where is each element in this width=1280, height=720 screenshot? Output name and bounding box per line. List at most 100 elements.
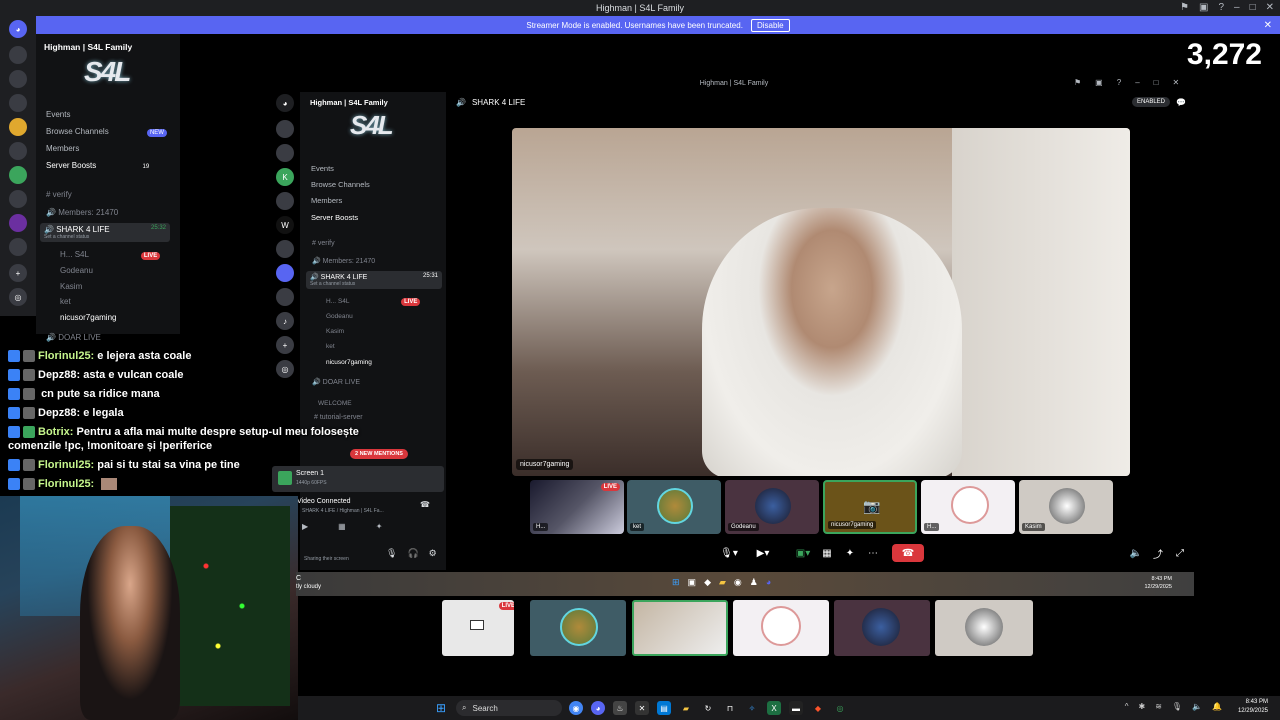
- folder-icon[interactable]: ▰: [679, 701, 693, 715]
- discord-home-icon[interactable]: ◕: [276, 94, 294, 112]
- enabled-badge[interactable]: ENABLED: [1131, 97, 1170, 107]
- participant-tile[interactable]: [935, 600, 1033, 656]
- app-icon[interactable]: ◉: [734, 577, 742, 588]
- voice-user[interactable]: Godeanu: [60, 266, 93, 275]
- main-video-stream[interactable]: nicusor7gaming: [512, 128, 1130, 476]
- channel-verify[interactable]: # verify: [312, 240, 335, 247]
- server-name[interactable]: Highman | S4L Family: [44, 42, 132, 52]
- bluetooth-icon[interactable]: ✱: [1139, 702, 1146, 711]
- inner-server-name[interactable]: Highman | S4L Family: [310, 98, 388, 107]
- category-welcome[interactable]: WELCOME: [318, 400, 352, 407]
- add-server-icon[interactable]: +: [9, 264, 27, 282]
- soundboard-icon[interactable]: ✦: [843, 544, 857, 562]
- server-icon[interactable]: [9, 118, 27, 136]
- participant-tile[interactable]: [530, 600, 626, 656]
- mic-icon[interactable]: 🎙▾: [714, 544, 744, 562]
- server-icon[interactable]: [276, 288, 294, 306]
- channel-doar-live[interactable]: 🔊 DOAR LIVE: [46, 333, 101, 342]
- participant-tile-speaking[interactable]: [632, 600, 728, 656]
- share-icon[interactable]: ▦: [338, 522, 346, 531]
- notification-icon[interactable]: 🔔: [1212, 702, 1222, 711]
- fullscreen-icon[interactable]: ⤢: [1174, 544, 1186, 562]
- server-icon[interactable]: ♪: [276, 312, 294, 330]
- disable-button[interactable]: Disable: [750, 18, 790, 32]
- windows-icon[interactable]: ⊞: [672, 577, 680, 588]
- voice-user[interactable]: ket: [60, 297, 71, 306]
- voice-user[interactable]: Kasim: [60, 282, 82, 291]
- headphones-icon[interactable]: 🎧: [407, 548, 418, 559]
- screen-icon[interactable]: ▣: [1199, 2, 1208, 13]
- server-icon[interactable]: [276, 192, 294, 210]
- app-icon[interactable]: ✧: [745, 701, 759, 715]
- participant-tile[interactable]: H...: [921, 480, 1015, 534]
- activity-icon[interactable]: ✦: [376, 522, 383, 531]
- server-icon[interactable]: K: [276, 168, 294, 186]
- voice-user[interactable]: nicusor7gaming: [60, 313, 116, 322]
- voice-user[interactable]: Godeanu: [326, 313, 353, 320]
- menu-server-boosts[interactable]: Server Boosts 19: [46, 161, 149, 170]
- network-icon[interactable]: ≋: [1155, 702, 1162, 711]
- server-icon[interactable]: [276, 264, 294, 282]
- channel-tutorial[interactable]: # tutorial-server: [314, 414, 363, 421]
- voice-user[interactable]: Kasim: [326, 328, 344, 335]
- server-icon[interactable]: [9, 142, 27, 160]
- participant-tile[interactable]: [834, 600, 930, 656]
- menu-members[interactable]: Members: [46, 144, 79, 153]
- server-icon[interactable]: [276, 120, 294, 138]
- chevron-up-icon[interactable]: ^: [1125, 702, 1129, 711]
- discord-home-icon[interactable]: ◕: [9, 20, 27, 38]
- mic-icon[interactable]: 🎙: [1172, 702, 1182, 711]
- chrome-icon[interactable]: ◉: [569, 701, 583, 715]
- screen-share-icon[interactable]: ▣▾: [788, 544, 818, 562]
- channel-doar-live[interactable]: 🔊 DOAR LIVE: [312, 378, 360, 386]
- voice-channel-selected[interactable]: 🔊 SHARK 4 LIFE 25:31 Set a channel status: [306, 271, 442, 289]
- server-icon[interactable]: [9, 70, 27, 88]
- taskbar-search[interactable]: ⌕ Search: [456, 700, 562, 716]
- steam-icon[interactable]: ♨: [613, 701, 627, 715]
- participant-tile[interactable]: ket: [627, 480, 721, 534]
- hangup-button[interactable]: ☎: [892, 544, 924, 562]
- discover-icon[interactable]: ◎: [276, 360, 294, 378]
- discover-icon[interactable]: ◎: [9, 288, 27, 306]
- store-icon[interactable]: ▤: [657, 701, 671, 715]
- menu-browse-channels[interactable]: Browse Channels NEW: [46, 127, 167, 137]
- participant-tile[interactable]: Kasim: [1019, 480, 1113, 534]
- menu-members[interactable]: Members: [311, 196, 342, 205]
- app-icon[interactable]: ⊓: [723, 701, 737, 715]
- voice-channel-selected[interactable]: 🔊 SHARK 4 LIFE 25:32 Set a channel status: [40, 223, 170, 242]
- camera-icon[interactable]: ▶: [302, 522, 308, 531]
- participant-tile[interactable]: LIVE H...: [530, 480, 624, 534]
- voice-user[interactable]: H... S4L LIVE: [60, 250, 161, 260]
- channel-members[interactable]: 🔊 Members: 21470: [46, 208, 118, 217]
- close-icon[interactable]: ✕: [1266, 2, 1274, 13]
- inbox-icon[interactable]: ⚑: [1180, 2, 1189, 13]
- maximize-icon[interactable]: □: [1154, 78, 1159, 87]
- server-icon[interactable]: [9, 214, 27, 232]
- disconnect-icon[interactable]: ☎: [420, 500, 430, 509]
- voice-user[interactable]: H... S4L LIVE: [326, 298, 421, 306]
- volume-icon[interactable]: 🔈: [1192, 702, 1202, 711]
- folder-icon[interactable]: ▰: [719, 577, 726, 588]
- activities-icon[interactable]: ▦: [820, 544, 834, 562]
- voice-user[interactable]: nicusor7gaming: [326, 359, 372, 366]
- server-icon[interactable]: [276, 240, 294, 258]
- add-server-icon[interactable]: +: [276, 336, 294, 354]
- server-icon[interactable]: [276, 144, 294, 162]
- discord-icon[interactable]: ◕: [591, 701, 605, 715]
- server-icon[interactable]: W: [276, 216, 294, 234]
- help-icon[interactable]: ?: [1218, 2, 1224, 13]
- server-icon[interactable]: [9, 46, 27, 64]
- server-icon[interactable]: [9, 166, 27, 184]
- more-icon[interactable]: ⋯: [866, 544, 880, 562]
- app-icon[interactable]: ◎: [833, 701, 847, 715]
- inbox-icon[interactable]: ⚑: [1074, 78, 1081, 87]
- app-icon[interactable]: ◆: [704, 577, 711, 588]
- volume-icon[interactable]: 🔈: [1130, 544, 1142, 562]
- mic-icon[interactable]: 🎙: [386, 548, 397, 559]
- menu-server-boosts[interactable]: Server Boosts: [311, 213, 358, 222]
- minimize-icon[interactable]: –: [1234, 2, 1240, 13]
- camera-icon[interactable]: ▶▾: [748, 544, 778, 562]
- menu-events[interactable]: Events: [46, 110, 70, 119]
- stream-preview-tile[interactable]: LIVE: [442, 600, 514, 656]
- participant-tile[interactable]: Godeanu: [725, 480, 819, 534]
